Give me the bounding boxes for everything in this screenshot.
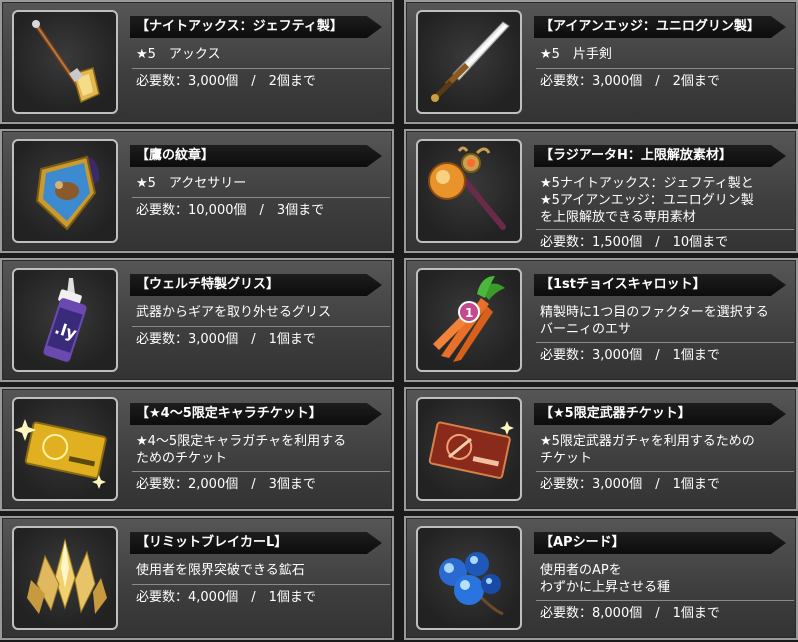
item-card-ap-seed[interactable]: 【APシード】 使用者のAPを わずかに上昇させる種 必要数：8,000個 / … [404,516,798,640]
item-title: 【リミットブレイカーL】 [130,532,382,554]
item-title: 【ウェルチ特製グリス】 [130,274,382,296]
item-requirement: 必要数：3,000個 / 1個まで [132,326,390,348]
item-card-limit-breaker[interactable]: 【リミットブレイカーL】 使用者を限界突破できる鉱石 必要数：4,000個 / … [0,516,394,640]
crystal-icon [12,526,118,630]
item-description: ★5限定武器ガチャを利用するための チケット [540,434,755,466]
item-card-weapon-ticket[interactable]: 【★5限定武器チケット】 ★5限定武器ガチャを利用するための チケット 必要数：… [404,387,798,511]
item-title: 【ナイトアックス：ジェフティ製】 [130,16,382,38]
seed-icon [416,526,522,630]
hammer-icon [416,139,522,243]
item-title: 【1stチョイスキャロット】 [534,274,786,296]
sword-icon [416,10,522,114]
bronze-ticket-icon [416,397,522,501]
item-card-char-ticket[interactable]: 【★4～5限定キャラチケット】 ★4～5限定キャラガチャを利用する ためのチケッ… [0,387,394,511]
item-card-welch-grease[interactable]: .ly 【ウェルチ特製グリス】 武器からギアを取り外せるグリス 必要数：3,00… [0,258,394,382]
item-description: 使用者のAPを わずかに上昇させる種 [540,563,671,595]
item-description: 武器からギアを取り外せるグリス [136,305,332,320]
item-requirement: 必要数：1,500個 / 10個まで [536,229,794,251]
item-description: 使用者を限界突破できる鉱石 [136,563,305,578]
item-description: ★5ナイトアックス：ジェフティ製と ★5アイアンエッジ：ユニログリン製 を上限解… [540,176,754,225]
item-title: 【APシード】 [534,532,786,554]
grease-tube-icon: .ly [12,268,118,372]
carrot-icon: 1 [416,268,522,372]
item-requirement: 必要数：3,000個 / 1個まで [536,471,794,493]
item-requirement: 必要数：3,000個 / 2個まで [536,68,794,90]
item-description: ★5 アックス [136,47,221,62]
item-requirement: 必要数：8,000個 / 1個まで [536,600,794,622]
item-requirement: 必要数：3,000個 / 2個まで [132,68,390,90]
item-requirement: 必要数：3,000個 / 1個まで [536,342,794,364]
item-description: 精製時に1つ目のファクターを選択する バーニィのエサ [540,305,769,337]
item-requirement: 必要数：10,000個 / 3個まで [132,197,390,219]
item-title: 【鷹の紋章】 [130,145,382,167]
item-description: ★5 アクセサリー [136,176,247,191]
item-title: 【★4～5限定キャラチケット】 [130,403,382,425]
item-title: 【アイアンエッジ：ユニログリン製】 [534,16,786,38]
item-card-iron-edge[interactable]: 【アイアンエッジ：ユニログリン製】 ★5 片手剣 必要数：3,000個 / 2個… [404,0,798,124]
shop-grid: 【ナイトアックス：ジェフティ製】 ★5 アックス 必要数：3,000個 / 2個… [0,0,798,642]
item-card-radiata-h[interactable]: 【ラジアータH：上限解放素材】 ★5ナイトアックス：ジェフティ製と ★5アイアン… [404,129,798,253]
item-title: 【★5限定武器チケット】 [534,403,786,425]
item-requirement: 必要数：4,000個 / 1個まで [132,584,390,606]
gold-ticket-icon [12,397,118,501]
item-card-hawk-crest[interactable]: 【鷹の紋章】 ★5 アクセサリー 必要数：10,000個 / 3個まで [0,129,394,253]
item-card-night-axe[interactable]: 【ナイトアックス：ジェフティ製】 ★5 アックス 必要数：3,000個 / 2個… [0,0,394,124]
crest-icon [12,139,118,243]
item-requirement: 必要数：2,000個 / 3個まで [132,471,390,493]
axe-icon [12,10,118,114]
item-description: ★5 片手剣 [540,47,612,62]
item-card-carrot[interactable]: 1 【1stチョイスキャロット】 精製時に1つ目のファクターを選択する バーニィ… [404,258,798,382]
svg-text:1: 1 [465,306,473,320]
item-title: 【ラジアータH：上限解放素材】 [534,145,786,167]
item-description: ★4～5限定キャラガチャを利用する ためのチケット [136,434,347,466]
